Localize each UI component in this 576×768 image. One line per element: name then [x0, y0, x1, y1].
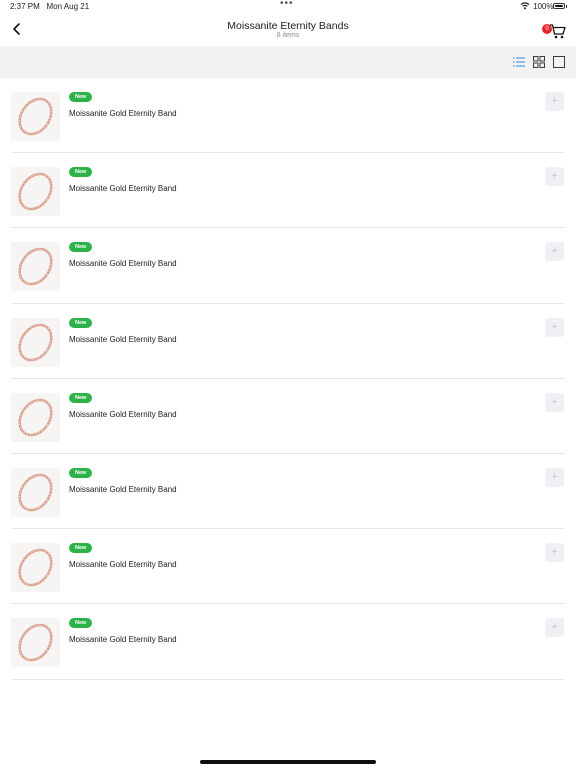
status-bar: 2:37 PM Mon Aug 21 ••• 100% — [0, 0, 576, 14]
product-name[interactable]: Moissanite Gold Eternity Band — [69, 635, 177, 644]
product-row[interactable]: New Moissanite Gold Eternity Band + — [0, 529, 576, 605]
battery-percent: 100% — [533, 2, 554, 11]
add-to-cart-button[interactable]: + — [545, 618, 564, 638]
ring-icon — [18, 398, 53, 436]
product-thumbnail[interactable] — [11, 392, 60, 442]
ring-icon — [18, 248, 53, 286]
new-badge: New — [69, 317, 93, 328]
new-badge: New — [69, 543, 93, 554]
new-badge: New — [69, 467, 93, 478]
product-name[interactable]: Moissanite Gold Eternity Band — [69, 560, 177, 569]
product-row[interactable]: New Moissanite Gold Eternity Band + — [0, 379, 576, 455]
ring-icon — [18, 323, 53, 361]
ring-icon — [18, 172, 53, 211]
home-indicator[interactable] — [200, 760, 376, 764]
status-date: Mon Aug 21 — [46, 2, 90, 11]
battery-tip — [566, 5, 567, 8]
product-thumbnail[interactable] — [11, 167, 60, 217]
multitasking-dots-icon[interactable]: ••• — [280, 0, 294, 9]
cart-count-badge: 0 — [542, 24, 552, 34]
ring-icon — [18, 97, 53, 136]
product-row[interactable]: New Moissanite Gold Eternity Band + — [0, 454, 576, 530]
battery-icon — [553, 3, 565, 9]
add-to-cart-button[interactable]: + — [545, 167, 564, 187]
new-badge: New — [69, 92, 93, 102]
product-name[interactable]: Moissanite Gold Eternity Band — [69, 259, 177, 268]
add-to-cart-button[interactable]: + — [545, 543, 564, 563]
product-row[interactable]: New Moissanite Gold Eternity Band + — [0, 228, 576, 304]
item-count: 8 items — [276, 32, 300, 39]
add-to-cart-button[interactable]: + — [545, 242, 564, 262]
ring-icon — [18, 624, 53, 662]
product-row[interactable]: New Moissanite Gold Eternity Band + — [0, 78, 576, 154]
ring-icon — [18, 473, 53, 512]
single-view-icon[interactable] — [552, 55, 566, 69]
product-name[interactable]: Moissanite Gold Eternity Band — [69, 109, 177, 118]
product-thumbnail[interactable] — [11, 618, 60, 668]
ring-icon — [18, 548, 53, 587]
grid-view-icon[interactable] — [532, 55, 546, 69]
product-thumbnail[interactable] — [11, 92, 60, 141]
status-time-text: 2:37 PM — [10, 2, 40, 11]
new-badge: New — [69, 167, 93, 178]
new-badge: New — [69, 618, 93, 629]
product-row[interactable]: New Moissanite Gold Eternity Band + — [0, 153, 576, 229]
product-thumbnail[interactable] — [11, 317, 60, 367]
navigation-bar: Moissanite Eternity Bands 8 items 0 — [0, 14, 576, 46]
product-thumbnail[interactable] — [11, 467, 60, 517]
product-name[interactable]: Moissanite Gold Eternity Band — [69, 335, 177, 344]
product-row[interactable]: New Moissanite Gold Eternity Band + — [0, 604, 576, 680]
product-name[interactable]: Moissanite Gold Eternity Band — [69, 485, 177, 494]
product-thumbnail[interactable] — [11, 543, 60, 593]
new-badge: New — [69, 392, 93, 403]
product-name[interactable]: Moissanite Gold Eternity Band — [69, 184, 177, 193]
product-name[interactable]: Moissanite Gold Eternity Band — [69, 410, 177, 419]
add-to-cart-button[interactable]: + — [545, 92, 564, 111]
wifi-icon — [520, 2, 530, 10]
add-to-cart-button[interactable]: + — [545, 392, 564, 412]
page-title: Moissanite Eternity Bands — [227, 20, 349, 32]
add-to-cart-button[interactable]: + — [545, 317, 564, 337]
status-time: 2:37 PM Mon Aug 21 — [10, 2, 89, 11]
product-row[interactable]: New Moissanite Gold Eternity Band + — [0, 304, 576, 379]
list-view-icon[interactable] — [512, 55, 526, 69]
add-to-cart-button[interactable]: + — [545, 467, 564, 487]
product-list: New Moissanite Gold Eternity Band + New … — [0, 78, 576, 680]
product-thumbnail[interactable] — [11, 242, 60, 292]
new-badge: New — [69, 242, 93, 253]
view-toolbar — [0, 46, 576, 78]
